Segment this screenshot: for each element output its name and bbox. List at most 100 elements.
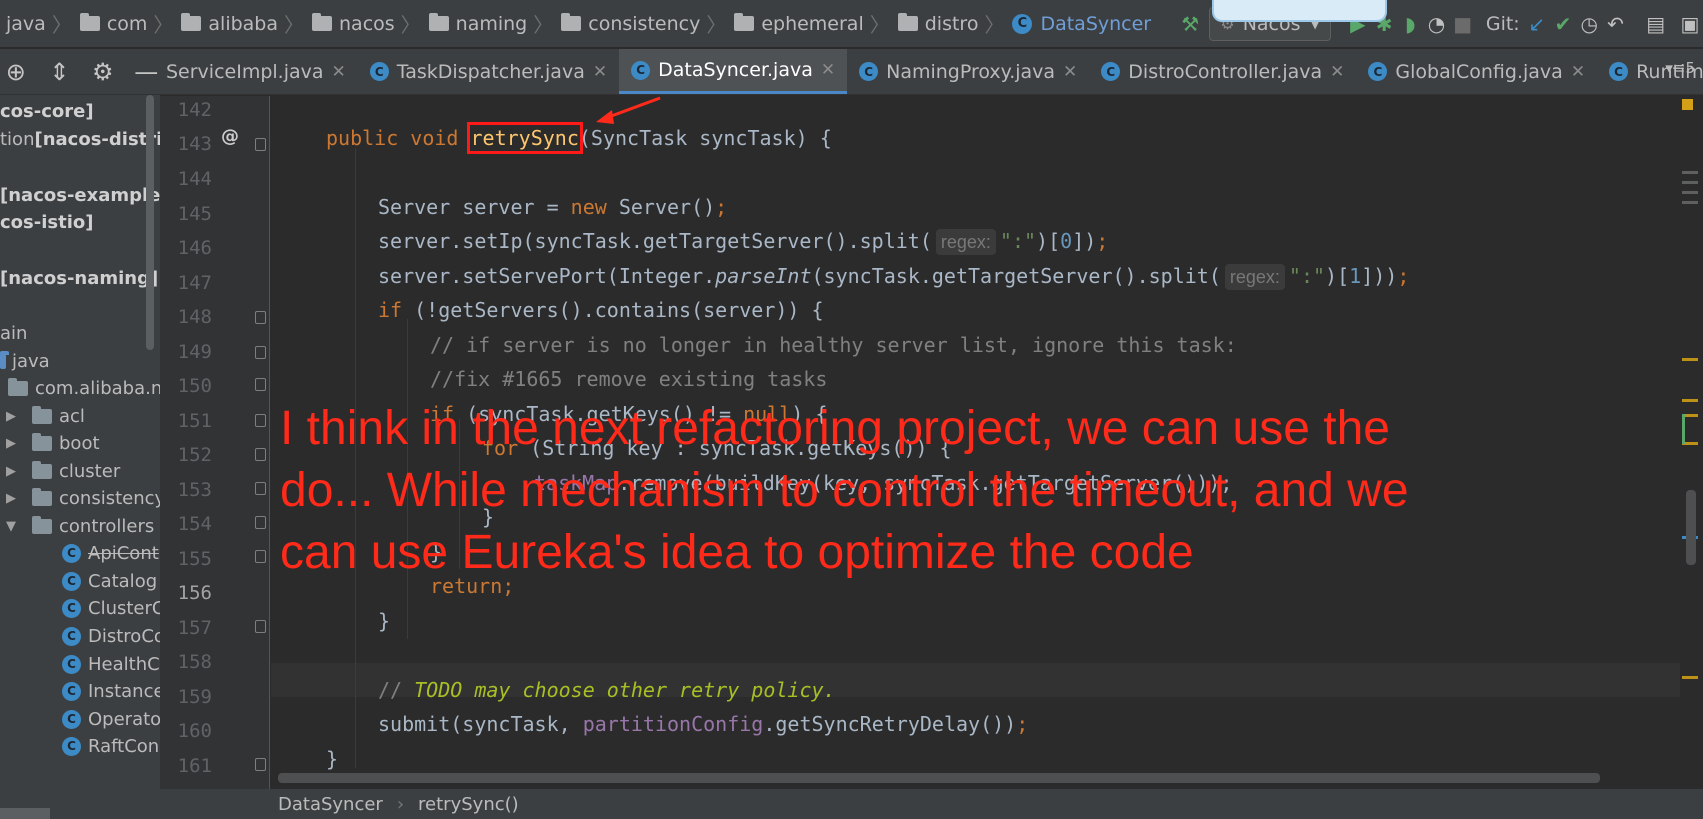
breadcrumb-distro[interactable]: distro <box>892 0 983 47</box>
close-icon[interactable]: ✕ <box>1063 62 1077 82</box>
fold-icon[interactable] <box>255 448 266 461</box>
coverage-icon[interactable]: ◗ <box>1397 9 1423 39</box>
fold-icon[interactable] <box>255 620 266 633</box>
stop-icon[interactable]: ■ <box>1450 9 1476 39</box>
breadcrumb-method[interactable]: retrySync() <box>418 794 519 815</box>
tree-item[interactable]: C ApiCont <box>62 539 159 567</box>
tab-namingproxy[interactable]: C NamingProxy.java ✕ <box>847 49 1089 94</box>
expand-arrow-icon[interactable]: ▶ <box>0 491 22 506</box>
gear-icon[interactable]: ⚙ <box>89 57 117 87</box>
rollback-icon[interactable]: ↶ <box>1602 9 1628 39</box>
git-update-icon[interactable]: ↙ <box>1524 9 1550 39</box>
tab-overflow-button[interactable]: ▾≡5 <box>1665 59 1695 77</box>
tree-item[interactable]: C ClusterC <box>62 594 160 622</box>
hammer-icon[interactable]: ⚒ <box>1177 9 1203 39</box>
fold-icon[interactable] <box>255 138 266 151</box>
terminal-icon[interactable]: ▣ <box>1677 9 1703 39</box>
close-icon[interactable]: ✕ <box>1330 62 1344 82</box>
close-icon[interactable]: ✕ <box>1571 62 1585 82</box>
tree-item[interactable]: ▼ controllers <box>0 512 154 540</box>
project-scrollbar[interactable] <box>146 95 154 350</box>
tree-item[interactable]: C Instance <box>62 677 160 705</box>
expand-arrow-icon[interactable]: ▶ <box>0 436 22 451</box>
source-folder-icon <box>0 350 9 369</box>
git-label: Git: <box>1485 12 1520 35</box>
tree-item[interactable]: cos-istio] <box>0 208 93 236</box>
breadcrumb-class[interactable]: DataSyncer <box>278 794 383 815</box>
stripe-mark[interactable] <box>1682 676 1698 679</box>
close-icon[interactable]: ✕ <box>593 62 607 82</box>
breadcrumb-naming[interactable]: naming <box>423 0 532 47</box>
tree-item[interactable]: [nacos-naming] <box>0 264 158 292</box>
editor-horizontal-scrollbar[interactable] <box>278 773 1600 783</box>
tree-item[interactable]: com.alibaba.na <box>8 374 160 402</box>
breadcrumb-java[interactable]: java <box>0 0 50 47</box>
project-structure-icon[interactable]: ▤ <box>1643 9 1669 39</box>
git-commit-icon[interactable]: ✔ <box>1550 9 1576 39</box>
fold-icon[interactable] <box>255 414 266 427</box>
tree-item[interactable]: [nacos-example] <box>0 181 160 209</box>
line-number: 160 <box>177 720 212 742</box>
stripe-mark[interactable] <box>1682 399 1698 402</box>
stripe-mark[interactable] <box>1682 201 1698 204</box>
fold-icon[interactable] <box>255 482 266 495</box>
breadcrumb-alibaba[interactable]: alibaba <box>175 0 282 47</box>
stripe-mark[interactable] <box>1682 191 1698 194</box>
tab-globalconfig[interactable]: C GlobalConfig.java ✕ <box>1356 49 1597 94</box>
close-icon[interactable]: ✕ <box>821 60 835 80</box>
collapse-all-icon[interactable]: ⇕ <box>46 57 74 87</box>
warning-status-icon[interactable] <box>1680 97 1695 112</box>
override-icon[interactable]: @ <box>221 126 239 147</box>
tab-datasyncer[interactable]: C DataSyncer.java ✕ <box>619 49 848 94</box>
breadcrumb-ephemeral[interactable]: ephemeral <box>728 0 867 47</box>
tree-item[interactable]: C Operato <box>62 705 160 733</box>
tree-item[interactable]: cos-core] <box>0 97 94 125</box>
breadcrumb-com[interactable]: com <box>74 0 152 47</box>
fold-icon[interactable] <box>255 311 266 324</box>
tree-item[interactable]: ain <box>0 319 27 347</box>
vcs-change-mark[interactable] <box>1682 414 1685 444</box>
fold-icon[interactable] <box>255 516 266 529</box>
class-icon: C <box>62 626 81 646</box>
tree-item[interactable]: ▶ cluster <box>0 457 120 485</box>
code-token: partitionConfig <box>582 712 764 736</box>
tree-item[interactable]: C RaftCon <box>62 732 159 760</box>
stripe-mark[interactable] <box>1682 171 1698 174</box>
project-horizontal-scrollbar[interactable] <box>0 808 50 819</box>
tree-item-label: HealthC <box>88 653 160 675</box>
tree-item[interactable]: C Catalog <box>62 567 157 595</box>
breadcrumb-current-class[interactable]: C DataSyncer <box>1006 0 1155 47</box>
breadcrumb-consistency[interactable]: consistency <box>555 0 704 47</box>
tab-serviceimpl[interactable]: ServiceImpl.java ✕ <box>160 49 358 94</box>
fold-icon[interactable] <box>255 550 266 563</box>
history-icon[interactable]: ◷ <box>1576 9 1602 39</box>
profile-icon[interactable]: ◔ <box>1423 9 1449 39</box>
tree-item[interactable]: ▶ boot <box>0 429 100 457</box>
breadcrumb-separator: 〉 <box>51 13 72 37</box>
fold-icon[interactable] <box>255 378 266 391</box>
fold-icon[interactable] <box>255 758 266 771</box>
locate-icon[interactable]: ⊕ <box>2 57 30 87</box>
stripe-mark[interactable] <box>1682 358 1698 361</box>
tree-item[interactable]: tion [nacos-distrib <box>0 125 160 153</box>
minimize-icon[interactable]: — <box>133 57 161 87</box>
editor-scrollbar[interactable] <box>1686 490 1696 565</box>
tab-distrocontroller[interactable]: C DistroController.java ✕ <box>1089 49 1356 94</box>
expand-arrow-icon[interactable]: ▶ <box>0 464 22 479</box>
tree-item[interactable]: C DistroCo <box>62 622 160 650</box>
error-stripe[interactable] <box>1680 96 1703 789</box>
breadcrumb-nacos[interactable]: nacos <box>306 0 399 47</box>
method-name-highlight[interactable]: retrySync <box>466 122 583 154</box>
fold-icon[interactable] <box>255 346 266 359</box>
tree-item[interactable]: ▶ acl <box>0 402 85 430</box>
class-icon: C <box>62 736 81 756</box>
tree-item[interactable]: ▶ consistency <box>0 484 160 512</box>
tree-item[interactable]: java <box>0 347 50 375</box>
code-token: public void <box>326 126 471 150</box>
close-icon[interactable]: ✕ <box>332 62 346 82</box>
tab-taskdispatcher[interactable]: C TaskDispatcher.java ✕ <box>358 49 619 94</box>
collapse-arrow-icon[interactable]: ▼ <box>0 519 22 534</box>
stripe-mark[interactable] <box>1682 181 1698 184</box>
tree-item[interactable]: C HealthC <box>62 650 160 678</box>
expand-arrow-icon[interactable]: ▶ <box>0 409 22 424</box>
